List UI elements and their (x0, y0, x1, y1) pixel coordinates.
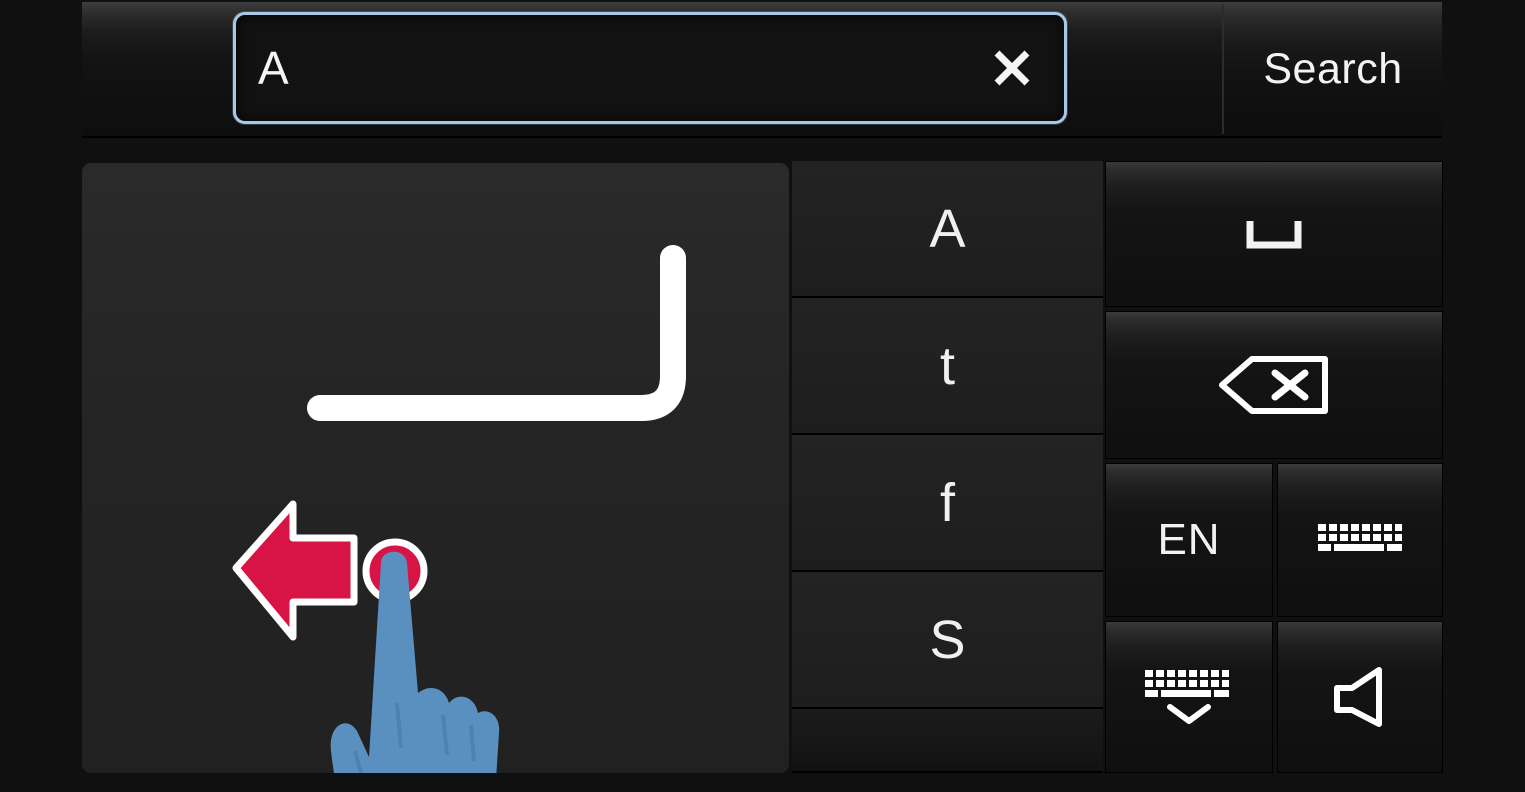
suggestion-label: f (939, 472, 955, 533)
suggestion-label: A (929, 198, 966, 259)
swipe-left-stroke (307, 245, 686, 421)
keyboard-icon (1318, 524, 1402, 551)
keyboard-layout-key[interactable] (1277, 463, 1443, 617)
search-input-value: A (258, 42, 290, 94)
touch-point-icon (362, 538, 428, 604)
speaker-icon (1334, 667, 1382, 727)
suggestion-label: t (939, 335, 955, 396)
close-x-icon[interactable] (986, 42, 1038, 94)
search-button[interactable]: Search (1222, 4, 1442, 134)
space-bar-icon (1246, 221, 1302, 249)
language-key-label: EN (1157, 515, 1221, 564)
language-key[interactable]: EN (1105, 463, 1273, 617)
search-toolbar: A Search (82, 2, 1442, 138)
suggestion-item[interactable] (792, 709, 1103, 773)
backspace-key[interactable] (1105, 311, 1443, 459)
suggestion-item[interactable]: t (792, 298, 1103, 435)
search-input[interactable]: A (233, 12, 1067, 124)
keyboard-down-icon (1145, 670, 1229, 724)
suggestion-item[interactable]: A (792, 161, 1103, 298)
keyboard-function-keys: EN (1105, 161, 1443, 773)
suggestion-item[interactable]: f (792, 435, 1103, 572)
suggestion-item[interactable]: S (792, 572, 1103, 709)
handwriting-input-area[interactable] (82, 163, 789, 773)
search-button-label: Search (1263, 44, 1403, 93)
backspace-icon (1219, 356, 1328, 414)
pointing-hand-icon (330, 551, 500, 773)
hide-keyboard-key[interactable] (1105, 621, 1273, 773)
space-key[interactable] (1105, 161, 1443, 307)
suggestion-label: S (929, 609, 966, 670)
sound-key[interactable] (1277, 621, 1443, 773)
arrow-left-icon (232, 500, 358, 641)
keyboard-screen: A Search A t f S EN (0, 0, 1525, 792)
recognized-characters-list: A t f S (792, 161, 1103, 773)
